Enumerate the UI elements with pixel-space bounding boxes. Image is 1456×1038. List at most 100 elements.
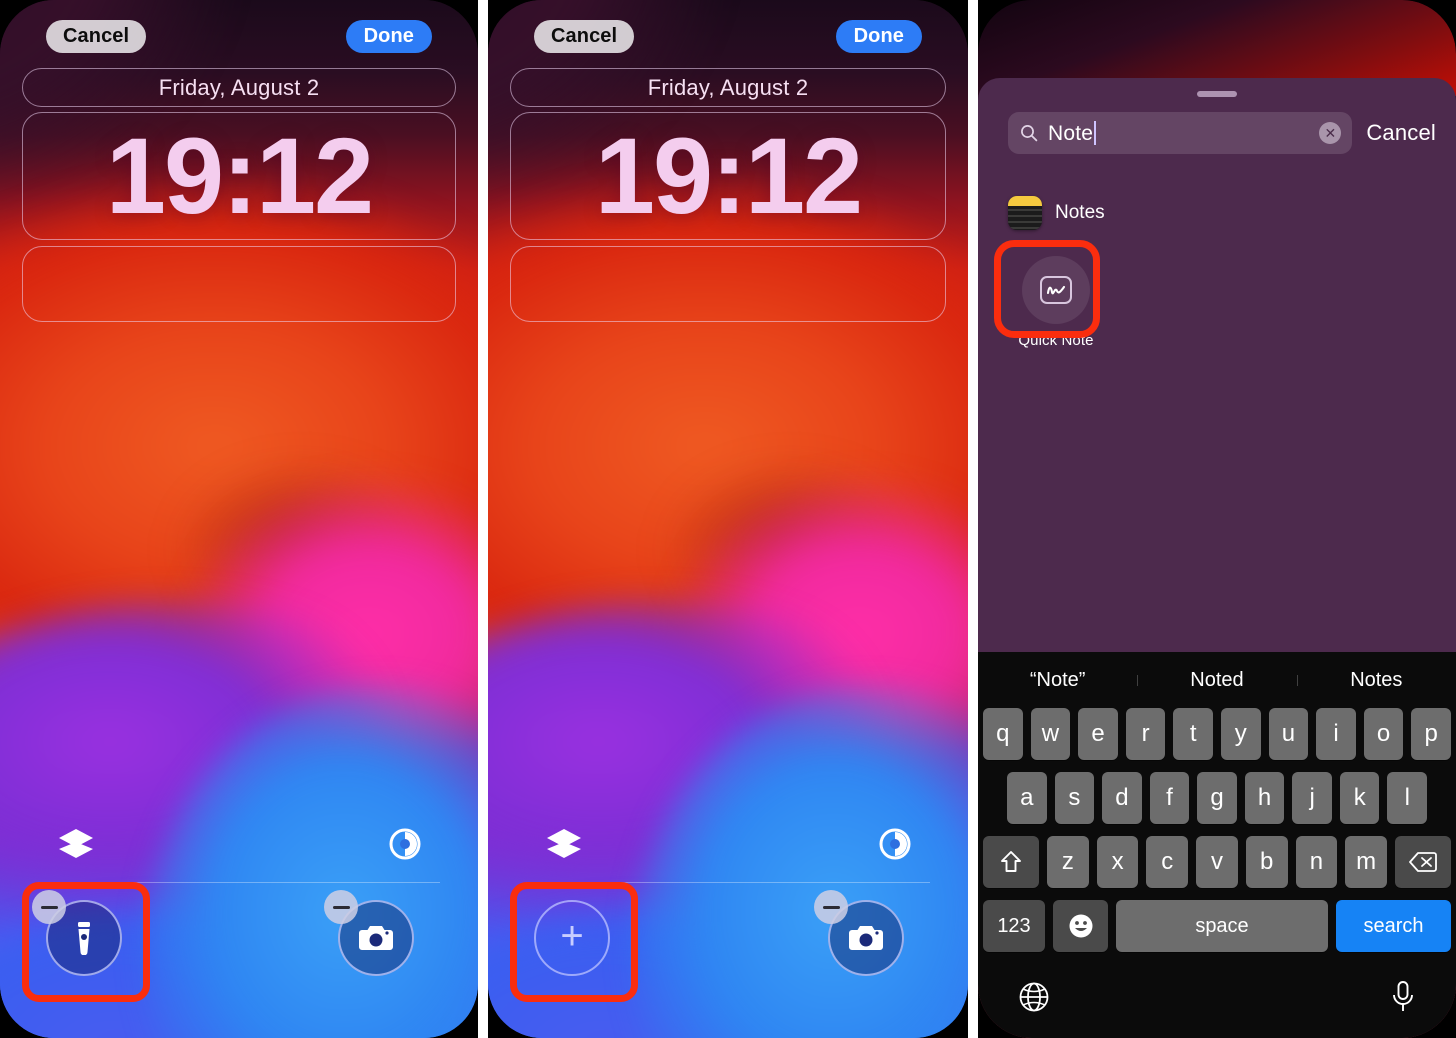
clock-widget-slot-2[interactable]: 19:12	[510, 112, 946, 240]
prediction-0[interactable]: “Note”	[978, 669, 1137, 692]
keyboard-bottom-row	[978, 964, 1456, 1028]
key-u[interactable]: u	[1268, 708, 1309, 760]
key-x[interactable]: x	[1096, 836, 1139, 888]
search-input-value: Note	[1048, 121, 1094, 145]
phone-panel-1: Cancel Done Friday, August 2 19:12	[0, 0, 478, 1038]
panel-gap-1	[478, 0, 488, 1038]
quick-actions-row	[0, 884, 478, 996]
key-s[interactable]: s	[1054, 772, 1095, 824]
quick-actions-row-2: +	[488, 884, 968, 996]
widgets-slot-2[interactable]	[510, 246, 946, 322]
microphone-icon[interactable]	[1390, 980, 1416, 1019]
layers-icon[interactable]	[544, 827, 584, 866]
panel-gap-2	[968, 0, 978, 1038]
keyboard-row-2: a s d f g h j k l	[978, 772, 1456, 824]
keyboard-row-1: q w e r t y u i o p	[978, 708, 1456, 760]
add-control-button[interactable]: +	[534, 900, 610, 976]
prediction-2[interactable]: Notes	[1296, 669, 1456, 692]
widgets-slot[interactable]	[22, 246, 456, 322]
notes-app-icon	[1008, 196, 1042, 230]
tools-divider	[38, 882, 440, 883]
cancel-button-2[interactable]: Cancel	[534, 19, 635, 53]
emoji-icon[interactable]	[1053, 900, 1108, 952]
clock-widget-slot[interactable]: 19:12	[22, 112, 456, 240]
clock-time-2: 19:12	[594, 115, 863, 236]
editor-tools-row	[0, 827, 478, 866]
key-m[interactable]: m	[1345, 836, 1388, 888]
search-input[interactable]: Note ✕	[1008, 112, 1353, 154]
key-v[interactable]: v	[1196, 836, 1238, 888]
on-screen-keyboard: “Note” Noted Notes q w e r t y u i o p a…	[978, 652, 1456, 1038]
key-h[interactable]: h	[1244, 772, 1285, 824]
prediction-bar: “Note” Noted Notes	[978, 652, 1456, 708]
globe-icon[interactable]	[1018, 981, 1050, 1018]
quick-action-right[interactable]	[324, 890, 428, 990]
result-group-label: Notes	[1055, 202, 1105, 223]
editor-topbar: Cancel Done	[0, 18, 478, 54]
search-icon	[1020, 124, 1038, 142]
date-widget-slot-2[interactable]: Friday, August 2	[510, 68, 946, 107]
date-widget-slot[interactable]: Friday, August 2	[22, 68, 456, 107]
screenshot-root: Cancel Done Friday, August 2 19:12 Cance…	[0, 0, 1456, 1038]
key-t[interactable]: t	[1173, 708, 1213, 760]
widget-fields-2: Friday, August 2 19:12	[510, 68, 946, 322]
search-return-key[interactable]: search	[1336, 900, 1451, 952]
clock-time: 19:12	[105, 115, 374, 236]
key-a[interactable]: a	[1006, 772, 1047, 824]
clear-icon[interactable]: ✕	[1319, 122, 1342, 144]
panel-3-screen: Note ✕ Cancel Notes Quick Note “Note” No…	[978, 0, 1456, 1038]
sheet-grabber[interactable]	[1197, 91, 1237, 97]
key-o[interactable]: o	[1363, 708, 1404, 760]
cancel-button[interactable]: Cancel	[46, 19, 147, 53]
key-e[interactable]: e	[1078, 708, 1118, 760]
key-w[interactable]: w	[1030, 708, 1071, 760]
result-group-header[interactable]: Notes	[1008, 196, 1105, 230]
key-f[interactable]: f	[1149, 772, 1190, 824]
key-z[interactable]: z	[1046, 836, 1089, 888]
key-d[interactable]: d	[1102, 772, 1142, 824]
quick-action-left[interactable]	[32, 890, 136, 990]
date-widget-label-2: Friday, August 2	[647, 74, 809, 100]
editor-topbar-2: Cancel Done	[488, 18, 968, 54]
remove-control-button-right-2[interactable]	[814, 890, 848, 924]
key-j[interactable]: j	[1292, 772, 1332, 824]
search-cancel-button[interactable]: Cancel	[1366, 120, 1436, 146]
backspace-icon[interactable]	[1395, 836, 1452, 888]
key-i[interactable]: i	[1316, 708, 1356, 760]
done-button-2[interactable]: Done	[835, 19, 922, 53]
plus-icon: +	[560, 914, 584, 958]
key-y[interactable]: y	[1221, 708, 1261, 760]
key-k[interactable]: k	[1339, 772, 1380, 824]
text-caret	[1094, 121, 1097, 145]
keyboard-row-3: z x c v b n m	[978, 836, 1456, 888]
tools-divider-2	[526, 882, 930, 883]
contrast-icon[interactable]	[388, 827, 422, 866]
key-p[interactable]: p	[1411, 708, 1451, 760]
shift-icon[interactable]	[982, 836, 1039, 888]
quick-note-icon	[1022, 256, 1090, 324]
search-row: Note ✕ Cancel	[1008, 112, 1436, 154]
space-key[interactable]: space	[1116, 900, 1328, 952]
panel-2-screen: Cancel Done Friday, August 2 19:12 +	[488, 0, 968, 1038]
keyboard-row-4: 123 space search	[978, 900, 1456, 952]
panel-1-screen: Cancel Done Friday, August 2 19:12	[0, 0, 478, 1038]
key-b[interactable]: b	[1245, 836, 1288, 888]
phone-panel-3: Note ✕ Cancel Notes Quick Note “Note” No…	[978, 0, 1456, 1038]
remove-control-button-right[interactable]	[324, 890, 358, 924]
quick-action-left-empty[interactable]: +	[524, 890, 624, 990]
remove-control-button-left[interactable]	[32, 890, 66, 924]
done-button[interactable]: Done	[345, 19, 432, 53]
key-c[interactable]: c	[1146, 836, 1189, 888]
key-g[interactable]: g	[1197, 772, 1237, 824]
control-item-quick-note[interactable]: Quick Note	[1008, 256, 1104, 349]
key-q[interactable]: q	[983, 708, 1023, 760]
key-r[interactable]: r	[1125, 708, 1166, 760]
prediction-1[interactable]: Noted	[1137, 669, 1296, 692]
control-item-label: Quick Note	[1018, 332, 1094, 349]
contrast-icon[interactable]	[878, 827, 912, 866]
layers-icon[interactable]	[56, 827, 96, 866]
numbers-key[interactable]: 123	[983, 900, 1045, 952]
key-l[interactable]: l	[1387, 772, 1428, 824]
quick-action-right-2[interactable]	[814, 890, 918, 990]
key-n[interactable]: n	[1295, 836, 1338, 888]
